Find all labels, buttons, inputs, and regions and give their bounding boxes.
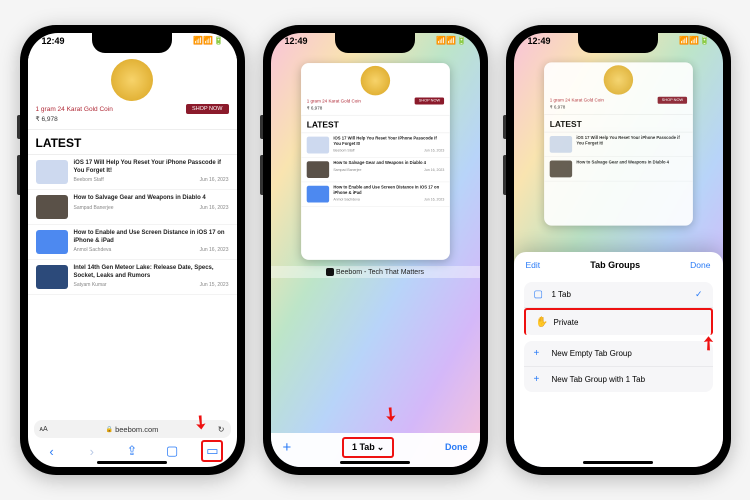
article-row[interactable]: iOS 17 Will Help You Reset Your iPhone P… bbox=[28, 155, 237, 190]
status-indicators: 📶 📶 🔋 bbox=[679, 36, 708, 46]
product-title: 1 gram 24 Karat Gold Coin bbox=[36, 106, 113, 113]
home-indicator[interactable] bbox=[97, 461, 167, 464]
article-date: Jun 16, 2023 bbox=[200, 177, 229, 183]
new-tab-button[interactable]: + bbox=[283, 439, 292, 456]
phone-2: 12:49 📶 📶 🔋 ✕ 1 gram 24 Karat Gold CoinS… bbox=[263, 25, 488, 475]
phone-3: 12:49 📶 📶 🔋 1 gram 24 Karat Gold CoinSHO… bbox=[506, 25, 731, 475]
new-group-with-tab-button[interactable]: +New Tab Group with 1 Tab bbox=[524, 367, 713, 392]
sheet-title: Tab Groups bbox=[590, 260, 640, 270]
status-indicators: 📶 📶 🔋 bbox=[193, 36, 222, 46]
bookmarks-button[interactable]: ▢ bbox=[161, 443, 183, 459]
article-title: How to Salvage Gear and Weapons in Diabl… bbox=[74, 195, 229, 203]
article-row[interactable]: How to Enable and Use Screen Distance in… bbox=[28, 225, 237, 260]
private-icon: ✋ bbox=[536, 317, 548, 328]
article-date: Jun 16, 2023 bbox=[200, 247, 229, 253]
done-button[interactable]: Done bbox=[690, 260, 710, 270]
checkmark-icon: ✓ bbox=[695, 289, 703, 300]
article-author: Satyam Kumar bbox=[74, 282, 107, 288]
lock-icon: 🔒 bbox=[106, 426, 113, 433]
tab-icon: ▢ bbox=[534, 289, 546, 300]
home-indicator[interactable] bbox=[583, 461, 653, 464]
latest-heading: LATEST bbox=[28, 130, 237, 155]
status-time: 12:49 bbox=[42, 36, 65, 46]
favicon-icon bbox=[326, 268, 334, 276]
share-button[interactable]: ⇪ bbox=[121, 443, 143, 459]
shop-now-button[interactable]: SHOP NOW bbox=[186, 104, 228, 114]
article-thumb bbox=[36, 265, 68, 289]
article-thumb bbox=[36, 160, 68, 184]
article-title: Intel 14th Gen Meteor Lake: Release Date… bbox=[74, 265, 229, 280]
product-price: ₹ 6,978 bbox=[36, 115, 229, 123]
tab-group-list: ▢1 Tab✓ ✋Private bbox=[524, 282, 713, 335]
tab-group-item-1tab[interactable]: ▢1 Tab✓ bbox=[524, 282, 713, 308]
home-indicator[interactable] bbox=[340, 461, 410, 464]
article-author: Beebom Staff bbox=[74, 177, 104, 183]
article-date: Jun 15, 2023 bbox=[200, 282, 229, 288]
ad-hero[interactable]: 1 gram 24 Karat Gold Coin SHOP NOW ₹ 6,9… bbox=[28, 55, 237, 130]
gold-coin-image bbox=[111, 59, 153, 101]
done-button[interactable]: Done bbox=[445, 442, 468, 452]
article-date: Jun 16, 2023 bbox=[200, 205, 229, 211]
tab-group-item-private[interactable]: ✋Private bbox=[524, 308, 713, 335]
chevron-down-icon: ⌄ bbox=[377, 442, 385, 453]
tab-preview-card[interactable]: ✕ 1 gram 24 Karat Gold CoinSHOP NOW₹ 6,9… bbox=[301, 63, 450, 260]
status-time: 12:49 bbox=[528, 36, 551, 46]
forward-button[interactable]: › bbox=[81, 444, 103, 459]
back-button[interactable]: ‹ bbox=[41, 444, 63, 459]
article-thumb bbox=[36, 195, 68, 219]
article-title: iOS 17 Will Help You Reset Your iPhone P… bbox=[74, 160, 229, 175]
edit-button[interactable]: Edit bbox=[526, 260, 541, 270]
status-time: 12:49 bbox=[285, 36, 308, 46]
article-thumb bbox=[36, 230, 68, 254]
article-author: Sampad Banerjee bbox=[74, 205, 114, 211]
reload-icon[interactable]: ↻ bbox=[218, 425, 225, 434]
new-empty-group-button[interactable]: +New Empty Tab Group bbox=[524, 341, 713, 367]
plus-icon: + bbox=[534, 374, 546, 385]
url-host: beebom.com bbox=[115, 425, 158, 434]
article-author: Anmol Sachdeva bbox=[74, 247, 112, 253]
article-title: How to Enable and Use Screen Distance in… bbox=[74, 230, 229, 245]
phone-1: 12:49 📶 📶 🔋 1 gram 24 Karat Gold Coin SH… bbox=[20, 25, 245, 475]
tab-group-selector[interactable]: 1 Tab⌄ bbox=[342, 437, 394, 458]
text-size-icon[interactable]: ᴀA bbox=[40, 426, 48, 433]
tab-groups-sheet: Edit Tab Groups Done ▢1 Tab✓ ✋Private +N… bbox=[514, 252, 723, 467]
new-group-list: +New Empty Tab Group +New Tab Group with… bbox=[524, 341, 713, 392]
notch bbox=[92, 33, 172, 53]
tab-preview-card: 1 gram 24 Karat Gold CoinSHOP NOW₹ 6,978… bbox=[544, 62, 693, 225]
notch bbox=[335, 33, 415, 53]
tab-caption: Beebom - Tech That Matters bbox=[271, 266, 480, 278]
article-row[interactable]: How to Salvage Gear and Weapons in Diabl… bbox=[28, 190, 237, 225]
status-indicators: 📶 📶 🔋 bbox=[436, 36, 465, 46]
tabs-button[interactable]: ▭ bbox=[201, 440, 223, 462]
address-bar[interactable]: ᴀA 🔒 beebom.com ↻ bbox=[34, 420, 231, 438]
webpage-content[interactable]: 1 gram 24 Karat Gold Coin SHOP NOW ₹ 6,9… bbox=[28, 55, 237, 417]
article-row[interactable]: Intel 14th Gen Meteor Lake: Release Date… bbox=[28, 260, 237, 295]
notch bbox=[578, 33, 658, 53]
plus-icon: + bbox=[534, 348, 546, 359]
